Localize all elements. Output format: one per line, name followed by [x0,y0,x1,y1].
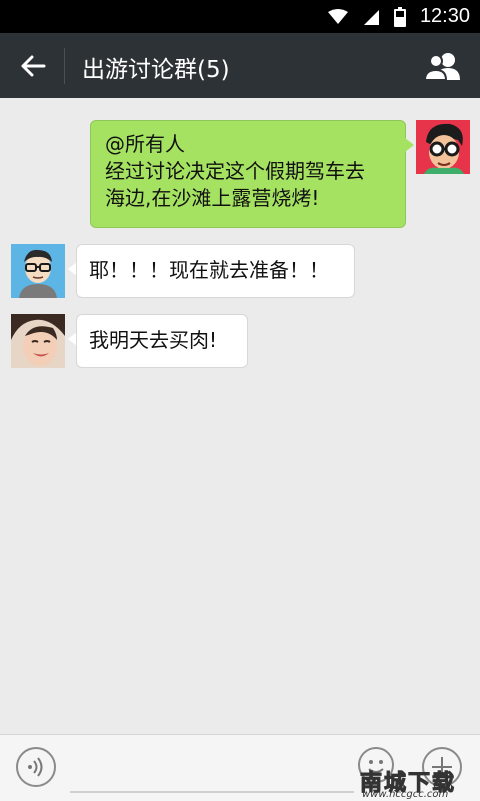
message-bubble-other[interactable]: 耶！！！现在就去准备！！ [76,244,355,298]
title-bar: 出游讨论群(5) [0,33,480,98]
watermark: 南城下载 www.nccgcc.com [359,765,480,801]
page-title: 出游讨论群(5) [82,57,230,83]
voice-icon [28,757,43,777]
avatar-glasses-guy[interactable] [11,244,65,298]
bubble-tail [405,138,414,152]
back-button[interactable] [10,43,56,89]
status-icons: 12:30 [327,0,470,33]
status-time: 12:30 [419,5,470,27]
voice-button[interactable] [16,747,56,787]
message-line: 经过讨论决定这个假期驾车去 [105,159,365,183]
message-bubble-other[interactable]: 我明天去买肉! [76,314,248,368]
message-text: 耶！！！现在就去准备！！ [89,258,329,282]
message-input[interactable] [70,749,354,793]
message-line: @所有人 [105,132,185,156]
signal-icon [363,9,379,25]
group-members-button[interactable] [420,45,466,87]
message-bubble-self[interactable]: @所有人 经过讨论决定这个假期驾车去 海边,在沙滩上露营烧烤! [90,120,406,228]
chat-area: @所有人 经过讨论决定这个假期驾车去 海边,在沙滩上露营烧烤! 耶！！！现在就去… [0,98,480,734]
watermark-url: www.nccgcc.com [362,789,449,800]
wifi-icon [327,8,348,24]
status-bar: 12:30 [0,0,480,33]
message-line: 海边,在沙滩上露营烧烤! [105,186,320,210]
battery-icon [393,6,406,27]
input-bar: 南城下载 www.nccgcc.com [0,734,480,801]
avatar-self[interactable] [416,120,470,174]
message-text: 我明天去买肉! [89,328,218,352]
arrow-left-icon [21,55,46,77]
avatar-girl[interactable] [11,314,65,368]
title-divider [64,48,65,84]
group-members-icon [424,53,460,81]
